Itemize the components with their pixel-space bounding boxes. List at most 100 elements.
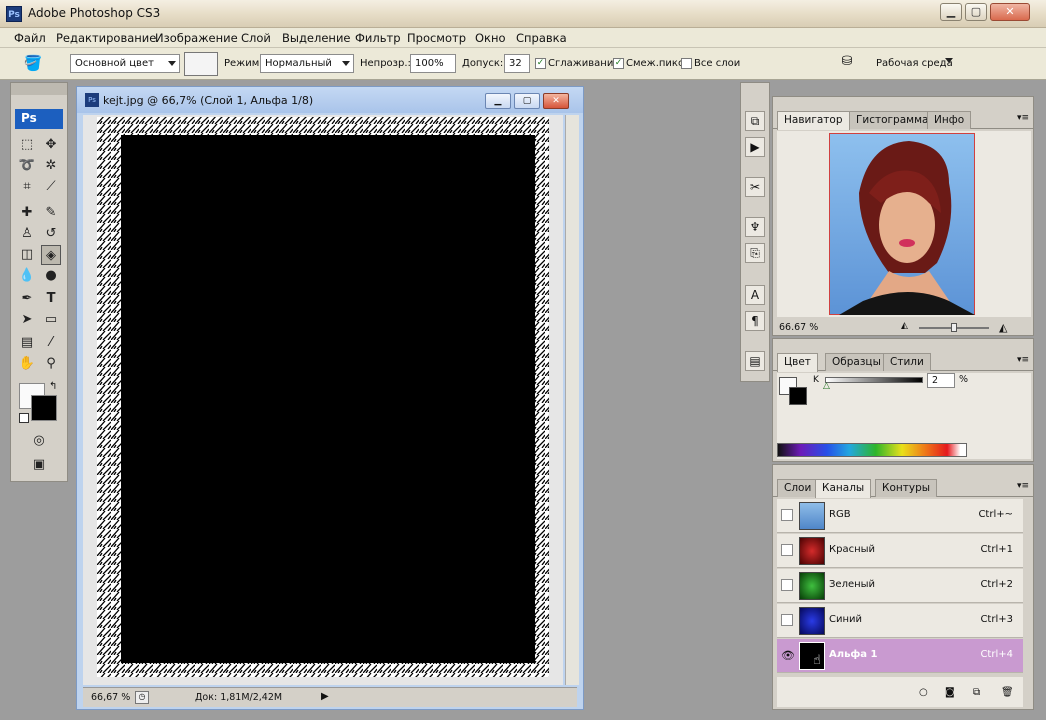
menu-filter[interactable]: Фильтр [355,31,401,45]
screen-mode-icon[interactable]: ▣ [29,455,49,475]
menu-file[interactable]: Файл [14,31,46,45]
doc-close-button[interactable]: ✕ [543,93,569,109]
navigator-thumbnail[interactable] [829,133,975,315]
visibility-toggle[interactable] [781,544,793,556]
notes-tool-icon[interactable]: ▤ [17,333,37,353]
healing-brush-icon[interactable]: ✚ [17,203,37,223]
paint-bucket-tool-icon[interactable]: ◈ [41,245,61,265]
channel-row-rgb[interactable]: RGB Ctrl+~ [777,499,1023,533]
path-selection-icon[interactable]: ➤ [17,310,37,330]
brush-tool-icon[interactable]: ✎ [41,203,61,223]
tab-histogram[interactable]: Гистограмма [849,111,936,129]
swap-colors-icon[interactable]: ↰ [49,381,57,392]
menu-edit[interactable]: Редактирование [56,31,156,45]
channel-row-red[interactable]: Красный Ctrl+1 [777,534,1023,568]
zoom-out-icon[interactable]: ◭ [901,321,908,331]
pattern-picker[interactable] [184,52,218,76]
tab-color[interactable]: Цвет [777,353,818,372]
trash-icon[interactable]: 🗑 [1001,687,1014,698]
all-layers-checkbox[interactable] [681,58,692,69]
color-panel-menu-icon[interactable]: ▾≡ [1017,355,1029,365]
slice-tool-icon[interactable]: ⟋ [41,177,61,197]
visibility-toggle[interactable] [781,614,793,626]
tab-styles[interactable]: Стили [883,353,931,371]
clone-stamp-icon[interactable]: ♙ [17,224,37,244]
tab-paths[interactable]: Контуры [875,479,938,497]
contiguous-checkbox[interactable]: ✓ [613,58,624,69]
mode-select[interactable]: Нормальный [260,54,354,73]
menu-view[interactable]: Просмотр [407,31,466,45]
history-panel-icon[interactable]: ⧉ [745,111,765,131]
minimize-button[interactable]: ▁ [940,3,962,21]
maximize-button[interactable]: ▢ [965,3,987,21]
doc-minimize-button[interactable]: ▁ [485,93,511,109]
hand-tool-icon[interactable]: ✋ [17,354,37,374]
eye-icon[interactable]: 👁 [781,649,795,662]
magic-wand-icon[interactable]: ✲ [41,156,61,176]
status-arrow-icon[interactable]: ▶ [321,691,329,702]
color-spectrum-ramp[interactable] [777,443,967,457]
quick-mask-icon[interactable]: ◎ [29,431,49,451]
zoom-tool-icon[interactable]: ⚲ [41,354,61,374]
tool-presets-icon[interactable]: ✂ [745,177,765,197]
tab-layers[interactable]: Слои [777,479,819,497]
k-slider-handle-icon[interactable]: △ [823,381,830,391]
file-browser-icon[interactable]: ⛁ [836,54,858,74]
opacity-input[interactable]: 100% [410,54,456,73]
vertical-scrollbar[interactable] [565,115,579,685]
character-panel-icon[interactable]: A [745,285,765,305]
clone-source-icon[interactable]: ⎘ [745,243,765,263]
blur-tool-icon[interactable]: 💧 [17,266,37,286]
brushes-panel-icon[interactable]: ♆ [745,217,765,237]
navigator-zoom-value[interactable]: 66.67 % [779,322,818,333]
panel-menu-icon[interactable]: ▾≡ [1017,113,1029,123]
menu-help[interactable]: Справка [516,31,567,45]
image-canvas[interactable] [83,115,563,685]
actions-panel-icon[interactable]: ▶ [745,137,765,157]
close-button[interactable]: ✕ [990,3,1030,21]
channel-row-blue[interactable]: Синий Ctrl+3 [777,604,1023,638]
zoom-in-icon[interactable]: ◭ [999,321,1007,334]
visibility-toggle[interactable] [781,509,793,521]
paragraph-panel-icon[interactable]: ¶ [745,311,765,331]
tab-navigator[interactable]: Навигатор [777,111,850,130]
marquee-tool-icon[interactable]: ⬚ [17,135,37,155]
layer-comps-icon[interactable]: ▤ [745,351,765,371]
type-tool-icon[interactable]: T [41,289,61,309]
load-selection-icon[interactable]: ○ [919,687,928,698]
menu-select[interactable]: Выделение [282,31,351,45]
tab-info[interactable]: Инфо [927,111,972,129]
eyedropper-icon[interactable]: ⁄ [41,333,61,353]
dodge-tool-icon[interactable]: ● [41,266,61,286]
move-tool-icon[interactable]: ✥ [41,135,61,155]
workspace-button[interactable]: Рабочая среда [876,58,953,69]
tab-swatches[interactable]: Образцы [825,353,888,371]
lasso-tool-icon[interactable]: ➰ [17,156,37,176]
menu-image[interactable]: Изображение [155,31,238,45]
menu-layer[interactable]: Слой [241,31,271,45]
crop-tool-icon[interactable]: ⌗ [17,177,37,197]
tab-channels[interactable]: Каналы [815,479,872,498]
visibility-toggle[interactable] [781,579,793,591]
k-slider-track[interactable] [825,377,923,383]
antialias-checkbox[interactable]: ✓ [535,58,546,69]
history-brush-icon[interactable]: ↺ [41,224,61,244]
zoom-slider-handle[interactable] [951,323,957,332]
status-menu-icon[interactable]: ◷ [135,691,149,704]
paint-bucket-icon[interactable]: 🪣 [22,54,44,74]
fill-source-select[interactable]: Основной цвет [70,54,180,73]
menu-window[interactable]: Окно [475,31,506,45]
default-colors-icon[interactable] [19,413,29,423]
channel-row-alpha-1[interactable]: 👁 Альфа 1 Ctrl+4 ☝ [777,639,1023,673]
new-channel-icon[interactable]: ⧉ [973,687,980,698]
tolerance-input[interactable]: 32 [504,54,530,73]
shape-tool-icon[interactable]: ▭ [41,310,61,330]
channels-panel-menu-icon[interactable]: ▾≡ [1017,481,1029,491]
background-color-swatch[interactable] [31,395,57,421]
doc-maximize-button[interactable]: ▢ [514,93,540,109]
channel-row-green[interactable]: Зеленый Ctrl+2 [777,569,1023,603]
eraser-tool-icon[interactable]: ◫ [17,245,37,265]
pen-tool-icon[interactable]: ✒ [17,289,37,309]
canvas-area[interactable] [83,115,563,685]
save-selection-icon[interactable]: ◙ [945,687,955,698]
